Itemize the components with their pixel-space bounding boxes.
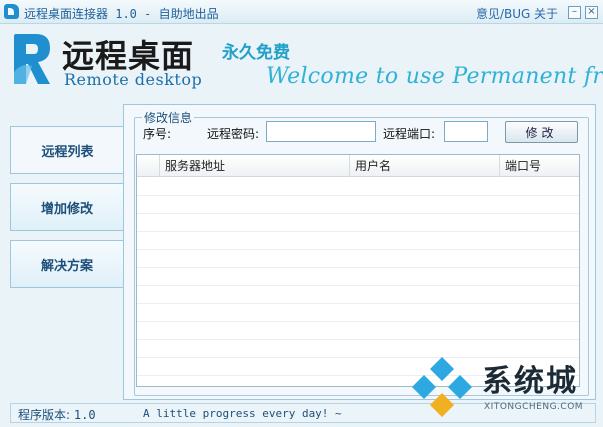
close-button[interactable]: ×: [585, 6, 598, 19]
about-link[interactable]: 关于: [534, 5, 558, 22]
server-table[interactable]: 服务器地址 用户名 端口号: [136, 154, 580, 387]
column-header-index[interactable]: [137, 155, 159, 177]
nav-label: 远程列表: [41, 144, 94, 160]
edit-button[interactable]: 修改: [505, 121, 578, 143]
table-row[interactable]: [137, 286, 579, 304]
table-header: 服务器地址 用户名 端口号: [137, 155, 579, 177]
port-label: 远程端口:: [383, 127, 436, 141]
title-bar[interactable]: 远程桌面连接器 1.0 - 自助地出品 意见/BUG 关于 – ×: [0, 0, 603, 24]
nav-add-edit[interactable]: 增加修改: [10, 183, 124, 231]
password-input[interactable]: [266, 121, 376, 142]
password-label: 远程密码:: [207, 127, 260, 141]
window-title: 远程桌面连接器 1.0 - 自助地出品: [24, 7, 219, 21]
feedback-link[interactable]: 意见/BUG: [476, 5, 530, 22]
table-row[interactable]: [137, 268, 579, 286]
nav-solutions[interactable]: 解决方案: [10, 240, 124, 288]
table-row[interactable]: [137, 214, 579, 232]
column-header-user[interactable]: 用户名: [349, 155, 499, 177]
table-row[interactable]: [137, 178, 579, 196]
groupbox-legend: 修改信息: [142, 109, 195, 126]
nav-label: 增加修改: [40, 201, 93, 217]
slogan-welcome: Welcome to use Permanent free: [266, 64, 603, 89]
logo-title-en: Remote desktop: [64, 70, 203, 89]
status-motto: A little progress every day! ~: [143, 407, 342, 420]
column-header-port[interactable]: 端口号: [499, 155, 579, 177]
port-input[interactable]: [444, 121, 488, 142]
nav-remote-list[interactable]: 远程列表: [10, 126, 124, 174]
slogan-free: 永久免费: [222, 43, 290, 63]
version-label: 程序版本:: [18, 408, 71, 422]
watermark-logo-icon: [412, 357, 472, 417]
remote-desktop-logo-icon: [14, 34, 50, 84]
column-header-host[interactable]: 服务器地址: [159, 155, 349, 177]
watermark-text-cn: 系统城: [482, 364, 578, 399]
table-row[interactable]: [137, 250, 579, 268]
app-logo-icon: [4, 4, 19, 19]
status-version: 程序版本: 1.0: [18, 406, 96, 423]
minimize-button[interactable]: –: [568, 6, 581, 19]
table-row[interactable]: [137, 322, 579, 340]
table-row[interactable]: [137, 196, 579, 214]
version-value: 1.0: [73, 408, 96, 422]
table-row[interactable]: [137, 304, 579, 322]
seq-label: 序号:: [143, 127, 172, 141]
table-row[interactable]: [137, 232, 579, 250]
nav-label: 解决方案: [40, 258, 93, 274]
watermark-text-en: XITONGCHENG.COM: [484, 402, 584, 412]
